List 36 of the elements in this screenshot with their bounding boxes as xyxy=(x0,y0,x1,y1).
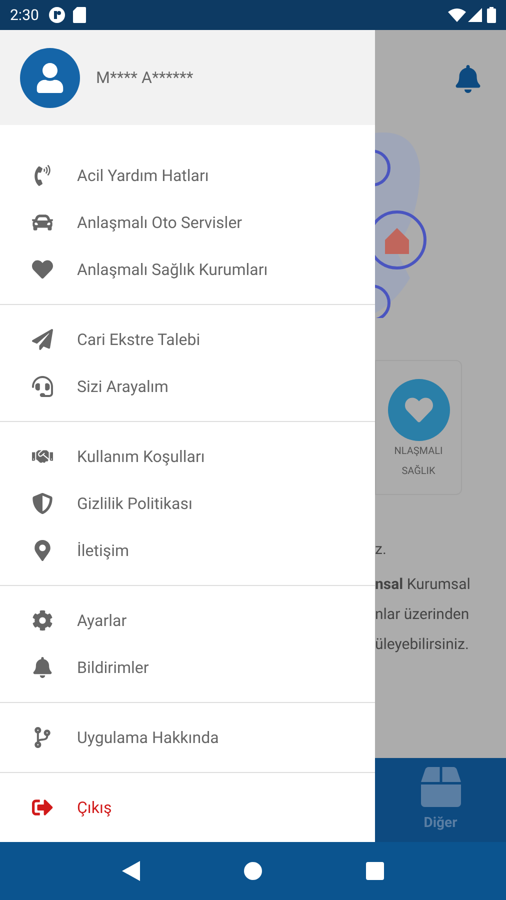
menu-item[interactable]: Kullanım Koşulları xyxy=(0,433,375,480)
status-time: 2:30 xyxy=(10,4,39,26)
heart-icon xyxy=(30,259,54,280)
paper-plane-icon xyxy=(30,329,54,350)
app-notification-icon xyxy=(48,7,65,23)
category-card[interactable]: NLAŞMALI SAĞLIK xyxy=(375,360,462,495)
shield-icon xyxy=(30,493,54,514)
menu-item[interactable]: Uygulama Hakkında xyxy=(0,714,375,761)
body-text: z. xyxy=(375,539,388,560)
car-icon xyxy=(30,212,54,233)
signal-icon xyxy=(468,8,482,22)
bell-icon[interactable] xyxy=(454,65,482,93)
home-icon[interactable] xyxy=(244,862,262,880)
settings-icon xyxy=(30,610,54,631)
logout-icon xyxy=(30,797,54,818)
card-label: SAĞLIK xyxy=(402,464,436,479)
menu-item[interactable]: Gizlilik Politikası xyxy=(0,480,375,527)
menu-item[interactable]: Bildirimler xyxy=(0,644,375,691)
menu-item[interactable]: Acil Yardım Hatları xyxy=(0,152,375,199)
menu-item[interactable]: Anlaşmalı Sağlık Kurumları xyxy=(0,246,375,293)
card-label: NLAŞMALI xyxy=(394,445,443,459)
menu-item[interactable]: Ayarlar xyxy=(0,597,375,644)
body-text: nlar üzerinden xyxy=(375,604,470,625)
menu-item[interactable]: İletişim xyxy=(0,527,375,574)
menu-item[interactable]: Sizi Arayalım xyxy=(0,363,375,410)
menu-item[interactable]: Cari Ekstre Talebi xyxy=(0,316,375,363)
headset-icon xyxy=(30,376,54,397)
sd-card-icon xyxy=(72,7,86,23)
body-text: nsal Kurumsal xyxy=(375,574,472,595)
user-name: M**** A****** xyxy=(96,66,194,88)
menu-item[interactable]: Anlaşmalı Oto Servisler xyxy=(0,199,375,246)
back-icon[interactable] xyxy=(122,861,140,881)
menu-item[interactable]: Çıkış xyxy=(0,784,375,831)
battery-icon xyxy=(487,7,496,23)
wifi-icon xyxy=(448,8,466,22)
body-text: üleyebilirsiniz. xyxy=(375,634,470,655)
